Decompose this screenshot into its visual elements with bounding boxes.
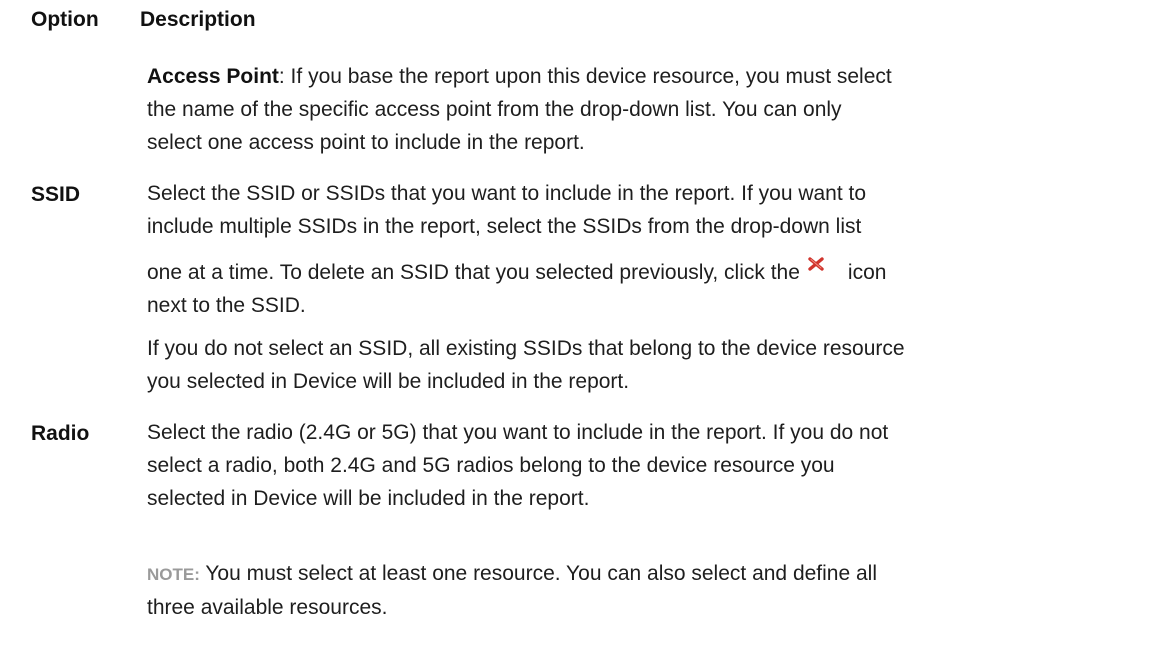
option-column-header: Option [31,8,99,31]
ssid-description: Select the SSID or SSIDs that you want t… [147,182,867,238]
access-point-term: Access Point [147,65,279,88]
delete-x-icon [808,257,824,271]
option-ssid: SSID [31,183,81,206]
access-point-description: Access Point: If you base the report upo… [147,65,892,154]
ssid-description-no-selection: If you do not select an SSID, all existi… [147,337,905,393]
note-label: NOTE: [147,565,200,584]
option-radio: Radio [31,422,90,445]
description-column-header: Description [140,8,256,31]
ssid-description-continued: one at a time. To delete an SSID that yo… [147,256,886,322]
note-block: NOTE: You must select at least one resou… [147,562,878,619]
radio-description: Select the radio (2.4G or 5G) that you w… [147,421,889,510]
